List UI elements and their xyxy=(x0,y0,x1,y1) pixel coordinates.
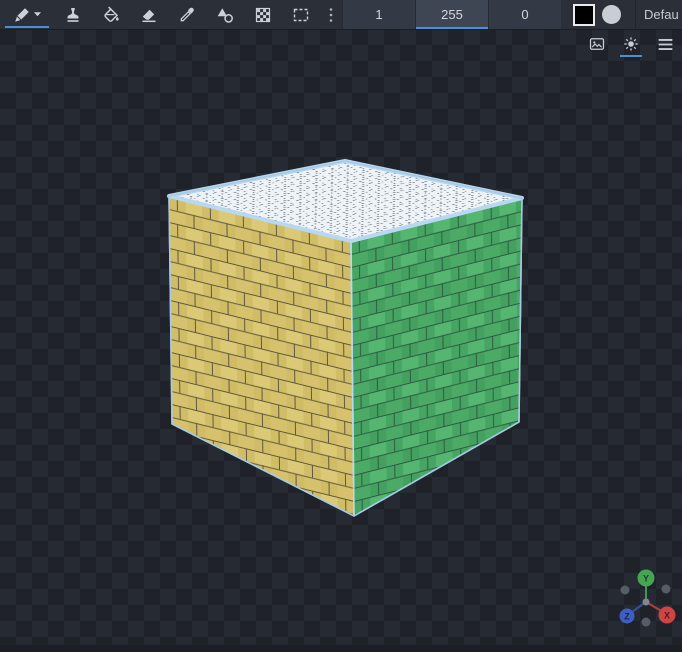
toolbar-number-input-1[interactable] xyxy=(342,0,415,29)
tool-fill-button[interactable] xyxy=(92,0,130,29)
palette-dropdown[interactable]: Defau xyxy=(636,7,682,22)
axis-z-label: Z xyxy=(624,612,630,622)
vertical-dots-icon xyxy=(329,7,333,22)
tool-pen-button[interactable] xyxy=(0,0,54,29)
main-toolbar: Defau xyxy=(0,0,682,30)
selection-rect-icon xyxy=(293,8,309,21)
stamp-icon xyxy=(67,7,79,22)
toolbar-number-input-2[interactable] xyxy=(415,0,488,29)
axis-gizmo[interactable]: Y X Z xyxy=(619,569,676,627)
shapes-icon xyxy=(217,7,233,23)
voxel-editor-app: Y X Z 1 255 0 Defau xyxy=(0,0,682,652)
axis-neg-x-handle[interactable] xyxy=(620,585,630,595)
hamburger-menu-icon xyxy=(658,38,672,50)
bottom-strip xyxy=(0,645,682,652)
tool-shapes-button[interactable] xyxy=(206,0,244,29)
tool-eraser-button[interactable] xyxy=(130,0,168,29)
eraser-icon xyxy=(142,9,156,22)
viewport[interactable]: Y X Z xyxy=(0,29,682,652)
menu-button[interactable] xyxy=(648,31,682,57)
gizmo-center xyxy=(642,598,650,606)
tool-stamp-button[interactable] xyxy=(54,0,92,29)
axis-x-label: X xyxy=(664,611,670,621)
tool-dither-button[interactable] xyxy=(244,0,282,29)
pen-icon xyxy=(15,7,29,22)
brush-shape-circle-swatch[interactable] xyxy=(602,5,621,24)
toolbar-number-input-3[interactable] xyxy=(488,0,561,29)
viewport-canvas[interactable]: Y X Z xyxy=(0,29,682,652)
axis-y-label: Y xyxy=(643,574,649,584)
image-icon xyxy=(589,38,605,50)
eyedropper-icon xyxy=(180,7,194,21)
tool-more-options-button[interactable] xyxy=(320,0,342,29)
tool-selection-button[interactable] xyxy=(282,0,320,29)
chevron-down-icon xyxy=(34,12,41,17)
sun-icon xyxy=(624,37,638,51)
tool-color-picker-button[interactable] xyxy=(168,0,206,29)
fill-bucket-icon xyxy=(104,5,119,22)
cube-face-left[interactable] xyxy=(168,195,355,517)
view-controls-bar xyxy=(580,31,682,57)
voxel-cube xyxy=(167,159,524,517)
axis-neg-y-handle[interactable] xyxy=(641,617,651,627)
image-view-button[interactable] xyxy=(580,31,614,57)
checker-pattern-icon xyxy=(255,7,271,22)
lighting-button[interactable] xyxy=(614,31,648,57)
brush-shape-square-swatch[interactable] xyxy=(573,3,595,26)
axis-neg-z-handle[interactable] xyxy=(661,584,671,594)
